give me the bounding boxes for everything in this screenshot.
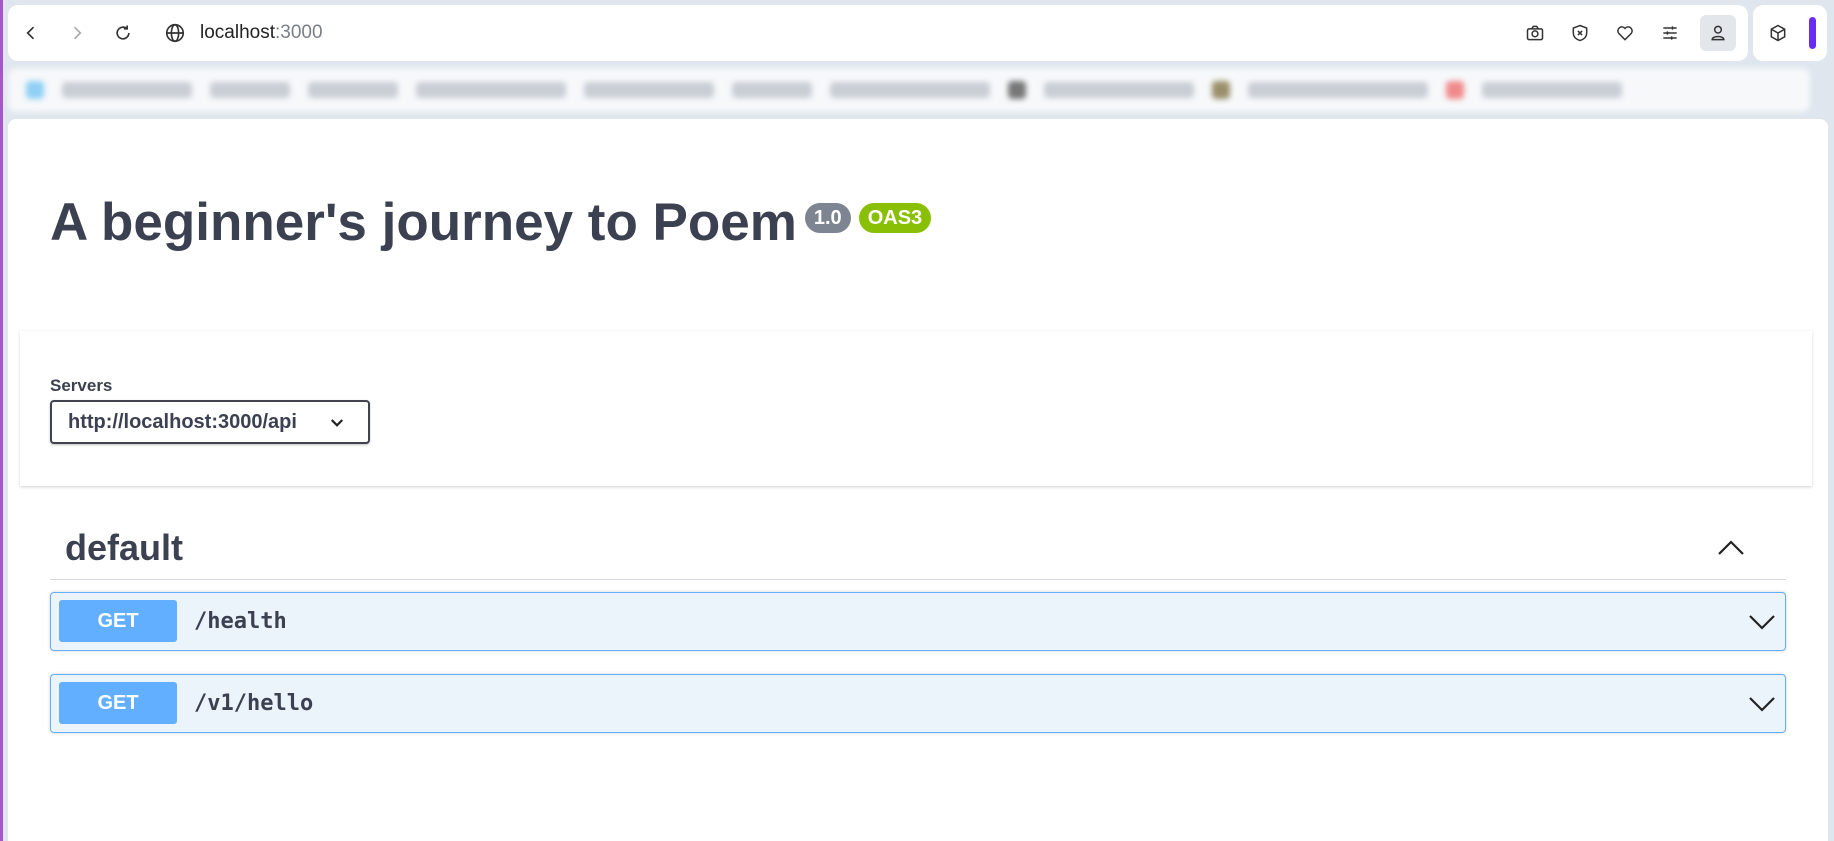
favorite-button[interactable] (1610, 18, 1640, 48)
servers-label: Servers (50, 376, 113, 395)
reload-button[interactable] (108, 18, 138, 48)
extensions-area (1753, 5, 1827, 61)
servers-selected-value: http://localhost:3000/api (68, 410, 297, 433)
swagger-page: A beginner's journey to Poem 1.0 OAS3 Se… (8, 119, 1828, 841)
bookmark-favicon[interactable] (26, 81, 44, 99)
bookmark-favicon[interactable] (1446, 81, 1464, 99)
api-title: A beginner's journey to Poem (50, 193, 797, 252)
browser-toolbar: localhost:3000 (8, 5, 1748, 61)
operation-row[interactable]: GET /health (50, 592, 1786, 651)
globe-icon (165, 23, 185, 43)
chevron-down-icon[interactable] (1747, 610, 1777, 634)
toolbar-actions (1520, 5, 1736, 61)
bookmark-item[interactable] (210, 82, 290, 98)
extensions-button[interactable] (1763, 18, 1793, 48)
bookmark-item[interactable] (830, 82, 990, 98)
profile-button[interactable] (1700, 15, 1736, 51)
servers-section: Servers http://localhost:3000/api (20, 331, 1812, 486)
back-button[interactable] (16, 18, 46, 48)
user-icon (1711, 25, 1725, 41)
version-badge: 1.0 (804, 203, 851, 233)
url-port: :3000 (275, 22, 323, 43)
oas-badge: OAS3 (858, 203, 932, 233)
sliders-icon (1663, 26, 1677, 40)
chevron-down-icon[interactable] (1747, 692, 1777, 716)
reload-icon (116, 25, 130, 40)
bookmark-favicon[interactable] (1212, 81, 1230, 99)
info-header: A beginner's journey to Poem 1.0 OAS3 (50, 191, 932, 255)
settings-button[interactable] (1655, 18, 1685, 48)
heart-icon (1617, 26, 1633, 41)
bookmarks-bar (8, 68, 1810, 112)
tag-section-header[interactable]: default (50, 513, 1786, 580)
servers-select[interactable]: http://localhost:3000/api (50, 400, 370, 444)
bookmark-favicon[interactable] (1008, 81, 1026, 99)
camera-button[interactable] (1520, 18, 1550, 48)
bookmark-item[interactable] (1044, 82, 1194, 98)
sidebar-toggle[interactable] (1809, 17, 1816, 49)
bookmark-item[interactable] (584, 82, 714, 98)
operation-path: /health (194, 609, 287, 634)
bookmark-item[interactable] (732, 82, 812, 98)
bookmark-item[interactable] (1248, 82, 1428, 98)
arrow-left-icon (26, 26, 35, 40)
bookmark-item[interactable] (308, 82, 398, 98)
forward-button[interactable] (62, 18, 92, 48)
bookmark-item[interactable] (62, 82, 192, 98)
url-host: localhost (200, 22, 275, 43)
cube-icon (1770, 24, 1786, 42)
shield-x-icon (1572, 24, 1588, 42)
operation-row[interactable]: GET /v1/hello (50, 674, 1786, 733)
address-bar[interactable]: localhost:3000 (164, 22, 323, 44)
operation-path: /v1/hello (194, 691, 314, 716)
shield-button[interactable] (1565, 18, 1595, 48)
method-badge: GET (59, 600, 177, 642)
arrow-right-icon (73, 26, 82, 40)
method-badge: GET (59, 682, 177, 724)
camera-icon (1526, 25, 1544, 41)
chevron-down-icon (330, 419, 344, 427)
window-edge (0, 0, 3, 841)
bookmark-item[interactable] (416, 82, 566, 98)
bookmark-item[interactable] (1482, 82, 1622, 98)
chevron-up-icon[interactable] (1716, 535, 1746, 559)
tag-name: default (65, 527, 184, 568)
